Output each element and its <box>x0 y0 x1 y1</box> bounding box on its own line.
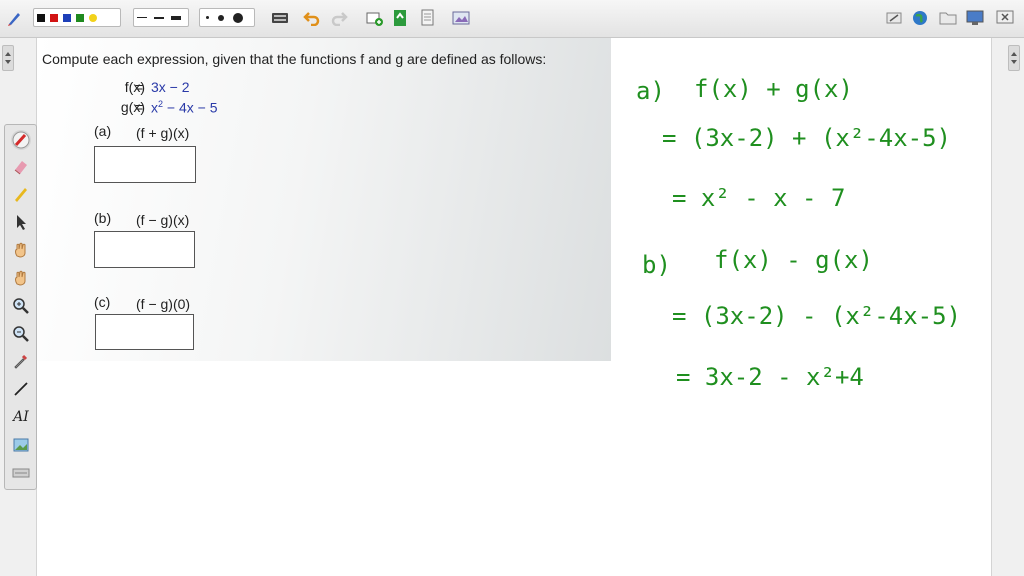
answer-box-a[interactable] <box>94 146 196 183</box>
eyedropper-icon[interactable] <box>11 351 31 371</box>
part-c-label: (c) <box>94 294 111 310</box>
problem-image: Compute each expression, given that the … <box>37 38 611 361</box>
handwriting-a-line2: = (3x-2) + (x²-4x-5) <box>662 124 951 152</box>
clear-icon[interactable] <box>884 7 904 29</box>
handwriting-b-line1: f(x) - g(x) <box>714 246 873 274</box>
text-tool-icon[interactable]: AI <box>11 407 31 427</box>
right-scroll-button[interactable] <box>1008 45 1020 71</box>
color-blue[interactable] <box>63 13 71 22</box>
g-expression: x2 − 4x − 5 <box>151 99 218 116</box>
highlighter-icon[interactable] <box>11 184 31 204</box>
globe-icon[interactable] <box>910 7 930 29</box>
dot-medium[interactable] <box>218 14 224 21</box>
dot-large[interactable] <box>233 12 243 23</box>
dot-size-group <box>199 8 255 27</box>
line-medium[interactable] <box>154 16 164 19</box>
eraser-icon[interactable] <box>11 157 31 177</box>
pointer-icon[interactable] <box>11 212 31 232</box>
f-equals: = <box>135 79 144 95</box>
display-icon[interactable] <box>964 7 986 29</box>
folder-icon[interactable] <box>938 7 958 29</box>
zoom-in-icon[interactable] <box>11 296 31 316</box>
handwriting-b-line2: = (3x-2) - (x²-4x-5) <box>672 302 961 330</box>
part-a-label: (a) <box>94 123 112 139</box>
top-toolbar <box>0 0 1024 38</box>
pan-icon[interactable] <box>11 268 31 288</box>
answer-box-b[interactable] <box>94 231 195 268</box>
line-thick[interactable] <box>171 15 181 20</box>
f-expression: 3x − 2 <box>151 79 190 95</box>
add-page-icon[interactable] <box>363 7 385 29</box>
color-green[interactable] <box>76 13 84 22</box>
line-thin[interactable] <box>137 17 147 18</box>
handwriting-a-line3: = x² - x - 7 <box>672 184 846 212</box>
color-yellow[interactable] <box>89 13 97 22</box>
screenshot-icon[interactable] <box>389 7 411 29</box>
pen-icon[interactable] <box>4 7 26 29</box>
dot-small[interactable] <box>206 16 209 19</box>
keyboard-icon[interactable] <box>269 7 291 29</box>
g-expression-base: x <box>151 99 158 116</box>
color-swatches <box>33 8 121 27</box>
tool-palette: AI <box>4 124 37 490</box>
color-black[interactable] <box>37 13 45 22</box>
redo-icon[interactable] <box>328 7 350 29</box>
color-pen-icon[interactable] <box>11 130 31 150</box>
handwriting-a-label: a) <box>636 77 665 105</box>
problem-intro: Compute each expression, given that the … <box>42 51 547 67</box>
image-tool-icon[interactable] <box>11 435 31 455</box>
answer-box-c[interactable] <box>95 314 194 350</box>
g-equals: = <box>135 99 144 115</box>
handwriting-b-line3: = 3x-2 - x²+4 <box>676 363 864 391</box>
part-b-expression: (f − g)(x) <box>136 212 190 228</box>
undo-icon[interactable] <box>301 7 323 29</box>
zoom-out-icon[interactable] <box>11 324 31 344</box>
color-red[interactable] <box>50 13 58 22</box>
part-a-expression: (f + g)(x) <box>136 125 190 141</box>
insert-image-icon[interactable] <box>450 7 472 29</box>
handwriting-a-line1: f(x) + g(x) <box>694 75 853 103</box>
handwriting-b-label: b) <box>642 251 671 279</box>
hand-icon[interactable] <box>11 240 31 260</box>
menu-icon[interactable] <box>11 463 31 483</box>
part-b-label: (b) <box>94 210 112 226</box>
line-width-group <box>133 8 189 27</box>
document-icon[interactable] <box>416 7 438 29</box>
close-icon[interactable] <box>994 7 1016 29</box>
part-c-expression: (f − g)(0) <box>136 296 191 312</box>
line-icon[interactable] <box>11 379 31 399</box>
g-expression-rest: − 4x − 5 <box>163 99 218 116</box>
left-scroll-button[interactable] <box>2 45 14 71</box>
